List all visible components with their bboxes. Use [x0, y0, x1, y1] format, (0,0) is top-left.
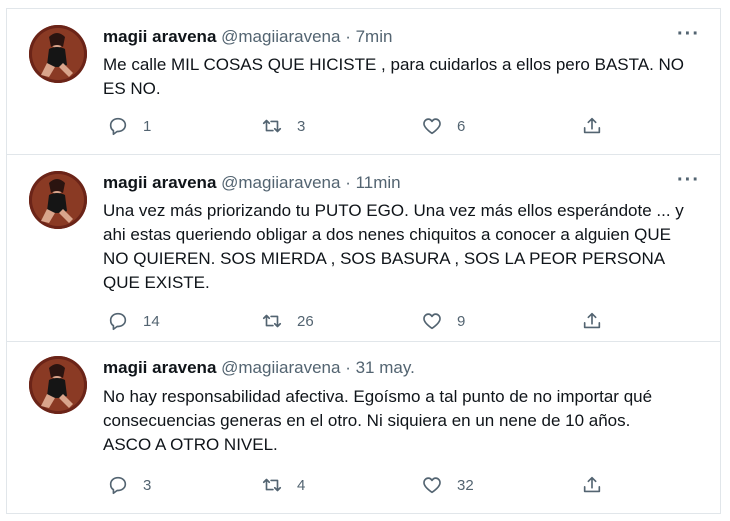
like-count: 9	[457, 312, 466, 330]
author-handle[interactable]: @magiiaravena	[221, 173, 340, 192]
tweet-text-line: Una vez más priorizando tu PUTO EGO. Una…	[103, 201, 684, 220]
reply-button[interactable]: 1	[107, 115, 151, 137]
tweet-text-line: ASCO A OTRO NIVEL.	[103, 435, 278, 454]
retweet-button[interactable]: 26	[261, 310, 314, 332]
reply-count: 14	[143, 312, 160, 330]
tweet-text-line: QUE EXISTE.	[103, 273, 210, 292]
avatar[interactable]	[29, 25, 87, 83]
reply-count: 3	[143, 476, 152, 494]
share-button[interactable]	[581, 115, 603, 137]
tweet-text-line: NO QUIEREN. SOS MIERDA , SOS BASURA , SO…	[103, 249, 666, 268]
tweet-time[interactable]: · 7min	[345, 27, 392, 46]
tweet[interactable]: magii aravena @magiiaravena · 7min ··· M…	[7, 9, 720, 155]
tweet-header: magii aravena @magiiaravena · 7min	[103, 27, 392, 47]
reply-icon	[109, 312, 127, 331]
retweet-icon	[262, 119, 282, 133]
retweet-button[interactable]: 4	[261, 474, 305, 496]
tweet-time[interactable]: · 11min	[345, 173, 400, 192]
tweet-header: magii aravena @magiiaravena · 11min	[103, 173, 401, 193]
share-icon	[583, 117, 601, 134]
reply-button[interactable]: 14	[107, 310, 160, 332]
like-icon	[423, 313, 441, 330]
author-name[interactable]: magii aravena	[103, 358, 216, 377]
tweet-actions: 3 4 32	[103, 474, 663, 498]
like-button[interactable]: 32	[421, 474, 474, 496]
like-icon	[423, 477, 441, 494]
tweet-text-line: ES NO.	[103, 79, 161, 98]
avatar[interactable]	[29, 171, 87, 229]
retweet-count: 3	[297, 117, 306, 135]
tweet-text: Me calle MIL COSAS QUE HICISTE , para cu…	[103, 53, 703, 101]
retweet-count: 26	[297, 312, 314, 330]
tweet[interactable]: magii aravena @magiiaravena · 31 may. No…	[7, 342, 720, 515]
retweet-icon	[262, 478, 282, 492]
tweet-actions: 1 3 6	[103, 115, 663, 139]
tweet-text-line: No hay responsabilidad afectiva. Egoísmo…	[103, 387, 653, 406]
share-icon	[583, 476, 601, 493]
tweet-actions: 14 26 9	[103, 310, 663, 334]
author-name[interactable]: magii aravena	[103, 27, 216, 46]
more-icon[interactable]: ···	[677, 23, 700, 46]
tweet-text-line: Me calle MIL COSAS QUE HICISTE , para cu…	[103, 55, 685, 74]
author-handle[interactable]: @magiiaravena	[221, 27, 340, 46]
retweet-button[interactable]: 3	[261, 115, 305, 137]
share-icon	[583, 312, 601, 329]
tweet-header: magii aravena @magiiaravena · 31 may.	[103, 358, 415, 378]
tweet-text-line: ahi estas queriendo obligar a dos nenes …	[103, 225, 671, 244]
like-count: 32	[457, 476, 474, 494]
tweet[interactable]: magii aravena @magiiaravena · 11min ··· …	[7, 155, 720, 342]
tweet-text-line: consecuencias generas en el otro. Ni siq…	[103, 411, 631, 430]
tweet-time[interactable]: · 31 may.	[345, 358, 415, 377]
retweet-count: 4	[297, 476, 306, 494]
more-icon[interactable]: ···	[677, 169, 700, 192]
like-icon	[423, 118, 441, 135]
tweet-text: Una vez más priorizando tu PUTO EGO. Una…	[103, 199, 703, 295]
author-name[interactable]: magii aravena	[103, 173, 216, 192]
retweet-icon	[262, 314, 282, 328]
tweet-text: No hay responsabilidad afectiva. Egoísmo…	[103, 385, 703, 457]
like-button[interactable]: 6	[421, 115, 465, 137]
reply-icon	[109, 476, 127, 495]
share-button[interactable]	[581, 310, 603, 332]
share-button[interactable]	[581, 474, 603, 496]
reply-icon	[109, 117, 127, 136]
like-button[interactable]: 9	[421, 310, 465, 332]
avatar[interactable]	[29, 356, 87, 414]
author-handle[interactable]: @magiiaravena	[221, 358, 340, 377]
reply-button[interactable]: 3	[107, 474, 151, 496]
like-count: 6	[457, 117, 466, 135]
tweet-feed: magii aravena @magiiaravena · 7min ··· M…	[6, 8, 721, 514]
reply-count: 1	[143, 117, 152, 135]
